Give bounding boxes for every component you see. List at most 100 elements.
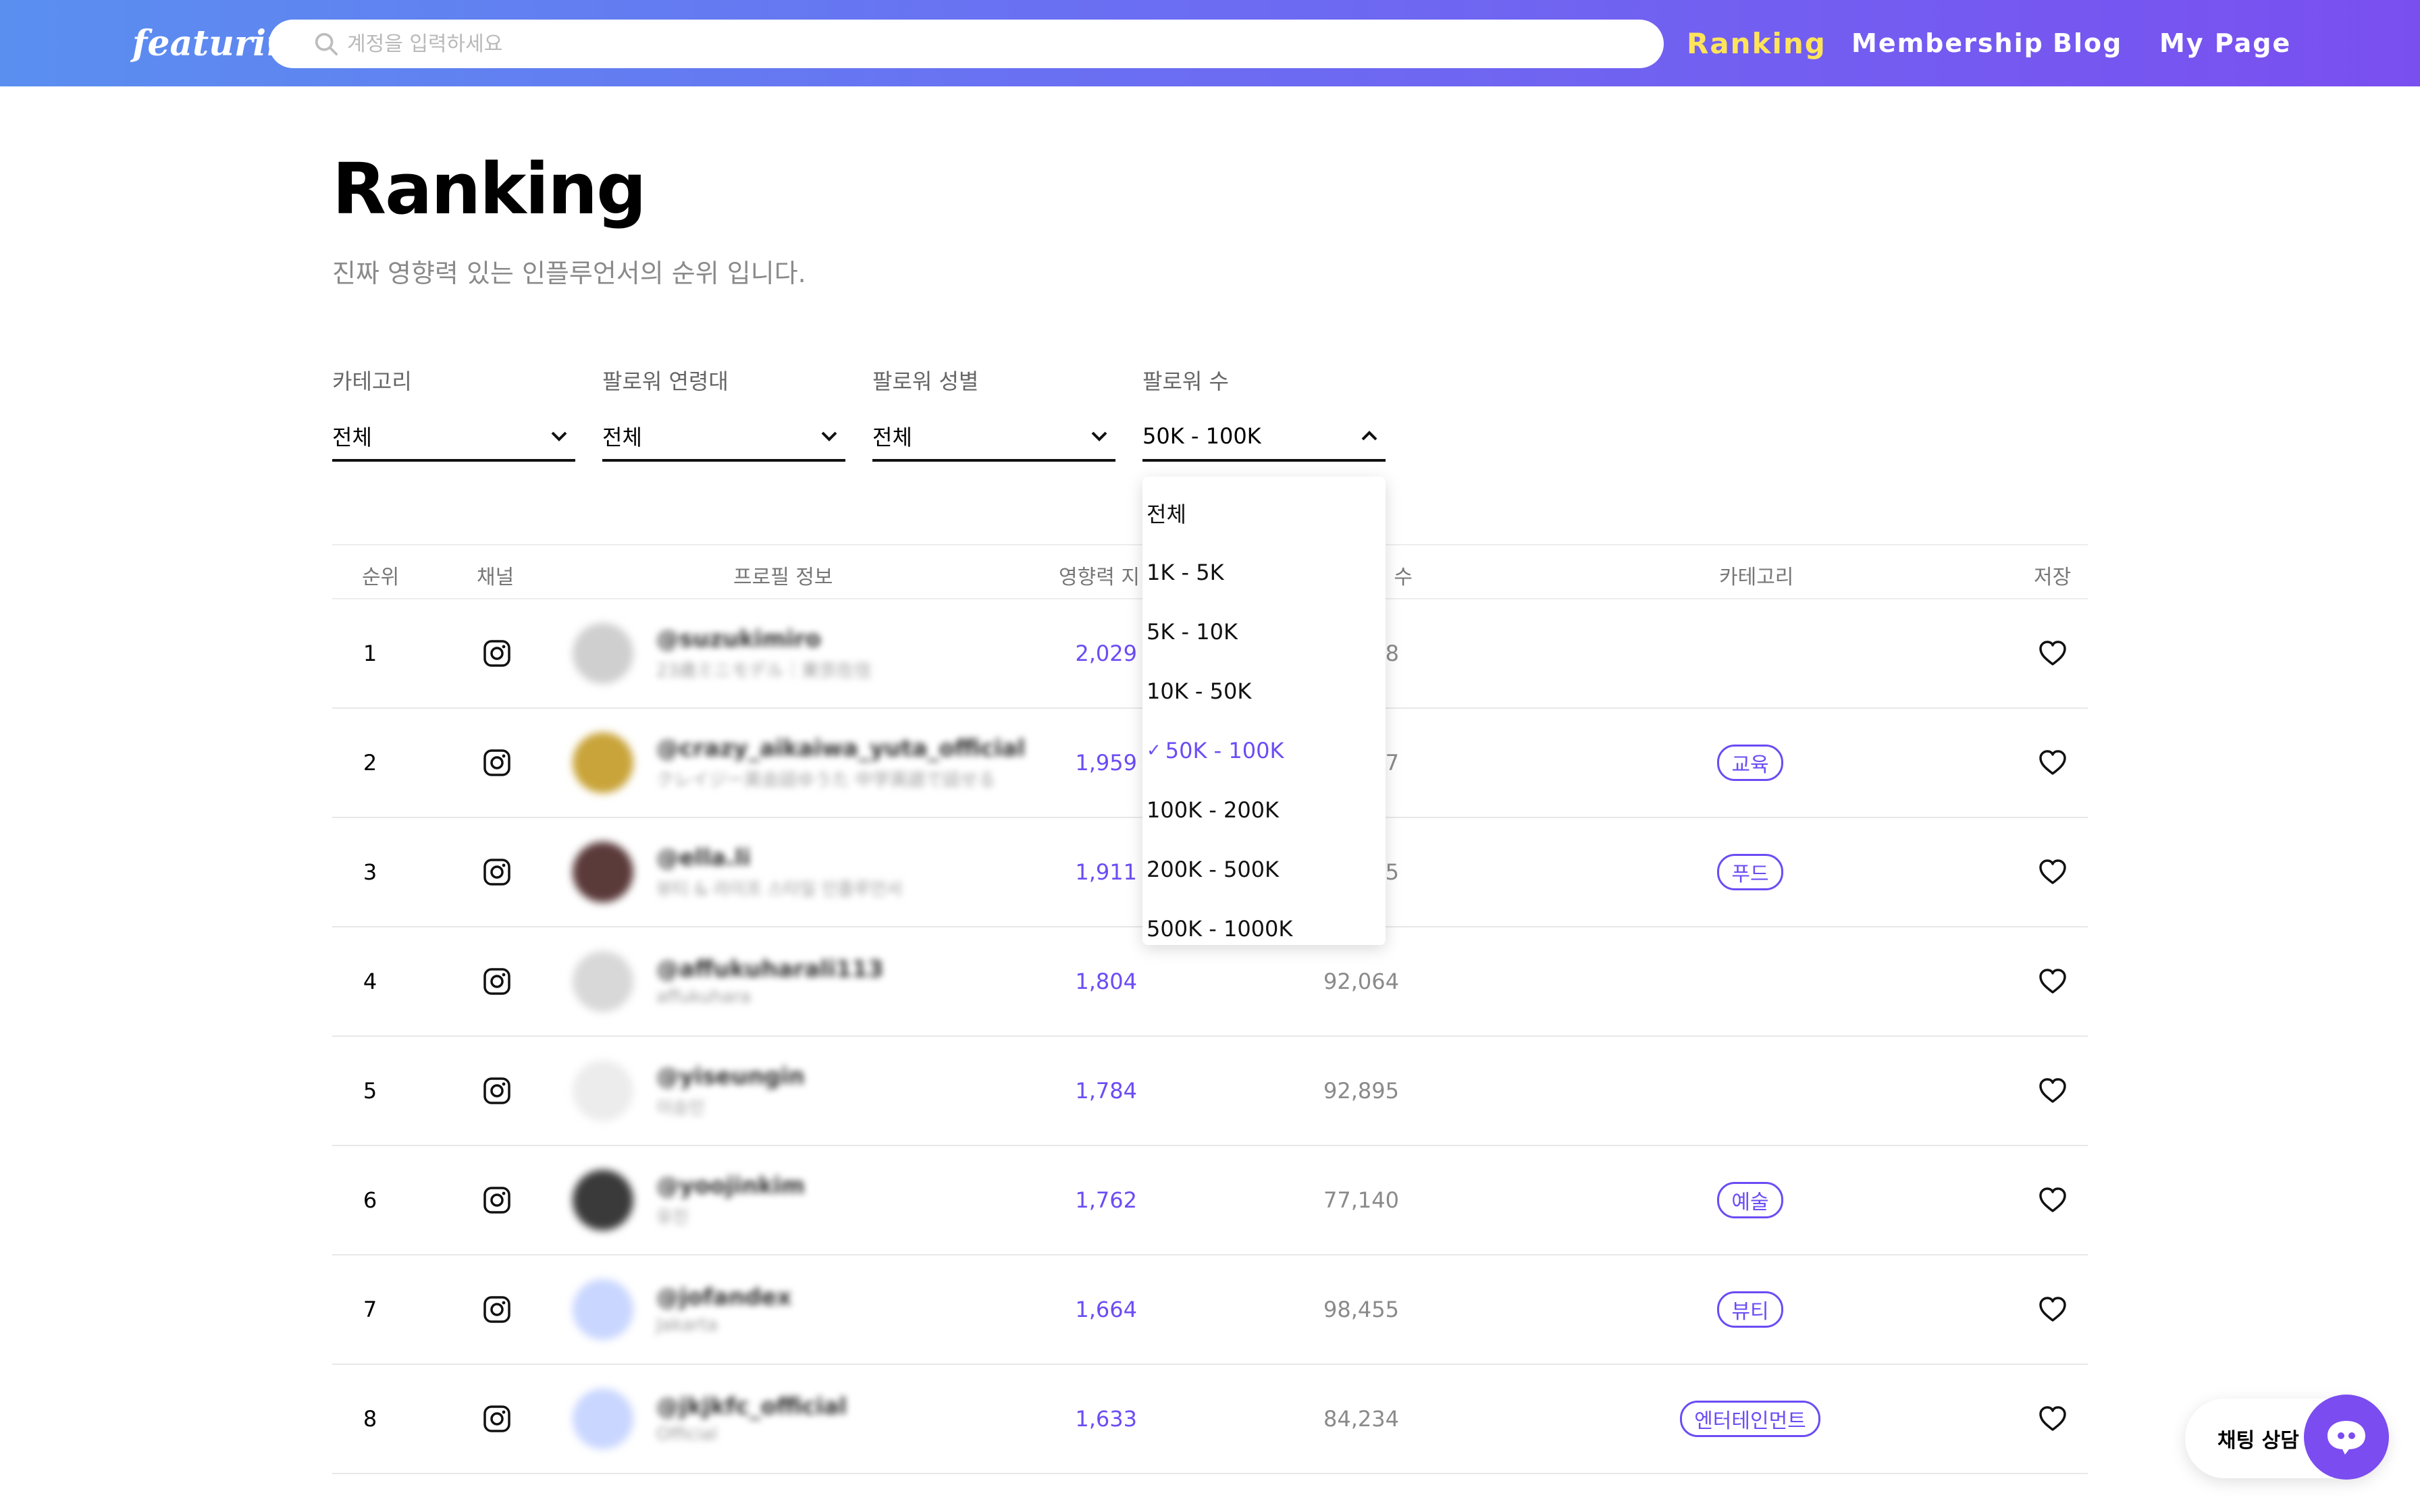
save-heart-icon[interactable] (2038, 1256, 2068, 1364)
dropdown-option[interactable]: 500K - 1000K (1142, 899, 1386, 959)
avatar[interactable] (573, 1365, 633, 1473)
avatar[interactable] (573, 927, 633, 1035)
instagram-icon[interactable] (482, 1037, 512, 1145)
profile-handle: @ella.li (656, 844, 751, 871)
search-bar[interactable] (269, 20, 1664, 68)
category-select[interactable]: 전체 (332, 413, 575, 462)
profile-info[interactable]: @crazy_aikaiwa_yuta_official クレイジー英会話ゆうた… (656, 709, 1025, 817)
save-heart-icon[interactable] (2038, 1365, 2068, 1473)
instagram-icon[interactable] (482, 1256, 512, 1364)
save-heart-icon[interactable] (2038, 599, 2068, 707)
chat-label: 채팅 상담 (2217, 1429, 2299, 1453)
instagram-icon[interactable] (482, 1146, 512, 1254)
avatar[interactable] (573, 1256, 633, 1364)
profile-info[interactable]: @affukuharali113 affukuhara (656, 927, 884, 1035)
age-select[interactable]: 전체 (602, 413, 845, 462)
dropdown-option[interactable]: 5K - 10K (1142, 602, 1386, 662)
avatar[interactable] (573, 1037, 633, 1145)
chevron-down-icon (551, 431, 567, 441)
category-tag[interactable]: 예술 (1717, 1182, 1783, 1218)
avatar-image (573, 1388, 633, 1449)
save-heart-icon[interactable] (2038, 1037, 2068, 1145)
avatar[interactable] (573, 709, 633, 817)
rank-number: 7 (363, 1297, 377, 1322)
nav-membership[interactable]: Membership (1851, 0, 2044, 86)
chevron-down-icon (1091, 431, 1107, 441)
category-tag[interactable]: 뷰티 (1717, 1291, 1783, 1328)
avatar-image (573, 1060, 633, 1121)
dropdown-option[interactable]: 200K - 500K (1142, 840, 1386, 899)
option-label: 200K - 500K (1147, 857, 1280, 882)
header-profile: 프로필 정보 (733, 566, 833, 589)
influence-score: 2,029 (1075, 641, 1137, 666)
instagram-icon[interactable] (482, 709, 512, 817)
chevron-up-icon (1361, 431, 1377, 441)
rank-number: 3 (363, 859, 377, 885)
follower-count: 77,140 (1323, 1187, 1399, 1213)
followers-select[interactable]: 50K - 100K (1142, 413, 1386, 462)
dropdown-option-selected[interactable]: ✓ 50K - 100K (1142, 721, 1386, 780)
dropdown-option[interactable]: 전체 (1142, 483, 1386, 543)
check-icon: ✓ (1147, 740, 1161, 761)
rank-number: 5 (363, 1078, 377, 1104)
search-input[interactable] (347, 32, 1630, 56)
save-heart-icon[interactable] (2038, 1146, 2068, 1254)
save-heart-icon[interactable] (2038, 927, 2068, 1035)
instagram-icon[interactable] (482, 1365, 512, 1473)
profile-description: Jakarta (656, 1315, 718, 1335)
rank-number: 6 (363, 1187, 377, 1213)
category-tag[interactable]: 푸드 (1717, 854, 1783, 890)
dropdown-option[interactable]: 100K - 200K (1142, 780, 1386, 840)
profile-info[interactable]: @yiseungin 이승인 (656, 1037, 805, 1145)
option-label: 10K - 50K (1147, 678, 1252, 704)
instagram-icon[interactable] (482, 818, 512, 926)
category-tag[interactable]: 교육 (1717, 745, 1783, 781)
profile-handle: @jofandex (656, 1284, 792, 1311)
table-row[interactable]: 5 @yiseungin 이승인 1,784 92,895 (332, 1037, 2088, 1146)
header-save: 저장 (2034, 566, 2072, 589)
category-cell: 뷰티 (1615, 1256, 1885, 1364)
category-cell (1615, 599, 1885, 707)
filter-label: 팔로워 성별 (872, 369, 979, 394)
avatar[interactable] (573, 599, 633, 707)
instagram-icon[interactable] (482, 927, 512, 1035)
save-heart-icon[interactable] (2038, 709, 2068, 817)
dropdown-option[interactable]: 1K - 5K (1142, 543, 1386, 602)
option-label: 전체 (1147, 502, 1186, 527)
table-row[interactable]: 7 @jofandex Jakarta 1,664 98,455 뷰티 (332, 1256, 2088, 1365)
chat-bubble-icon (2327, 1421, 2365, 1455)
header-channel: 채널 (477, 566, 515, 589)
save-heart-icon[interactable] (2038, 818, 2068, 926)
gender-select[interactable]: 전체 (872, 413, 1115, 462)
nav-my-page[interactable]: My Page (2159, 0, 2291, 86)
filter-value: 전체 (332, 425, 372, 450)
filter-label: 팔로워 연령대 (602, 369, 729, 394)
table-row[interactable]: 8 @jkjkfc_official Official 1,633 84,234… (332, 1365, 2088, 1474)
profile-info[interactable]: @yoojinkim 유진 (656, 1146, 805, 1254)
instagram-icon[interactable] (482, 599, 512, 707)
page-title-wrap: Ranking (332, 148, 647, 247)
filter-label: 팔로워 수 (1142, 369, 1229, 394)
avatar-image (573, 842, 633, 902)
page-title: Ranking (332, 148, 647, 230)
profile-info[interactable]: @ella.li 뷰티 & 라이프 스타일 인플루언서 (656, 818, 902, 926)
avatar[interactable] (573, 1146, 633, 1254)
avatar-image (573, 1170, 633, 1231)
influence-score: 1,784 (1075, 1078, 1137, 1104)
table-row[interactable]: 6 @yoojinkim 유진 1,762 77,140 예술 (332, 1146, 2088, 1256)
profile-info[interactable]: @jofandex Jakarta (656, 1256, 791, 1364)
category-tag[interactable]: 엔터테인먼트 (1680, 1401, 1820, 1437)
nav-blog[interactable]: Blog (2053, 0, 2122, 86)
option-label: 500K - 1000K (1147, 916, 1293, 942)
profile-handle: @jkjkfc_official (656, 1393, 847, 1420)
nav-ranking[interactable]: Ranking (1687, 0, 1826, 86)
profile-info[interactable]: @jkjkfc_official Official (656, 1365, 847, 1473)
chat-button[interactable] (2304, 1395, 2389, 1480)
profile-description: Official (656, 1424, 718, 1444)
avatar[interactable] (573, 818, 633, 926)
dropdown-option[interactable]: 10K - 50K (1142, 662, 1386, 721)
influence-score: 1,762 (1075, 1187, 1137, 1213)
profile-description: 23歳ミニモデル｜東京在住 (656, 660, 872, 681)
profile-info[interactable]: @suzukimiro 23歳ミニモデル｜東京在住 (656, 599, 872, 707)
filter-value: 전체 (602, 425, 642, 450)
